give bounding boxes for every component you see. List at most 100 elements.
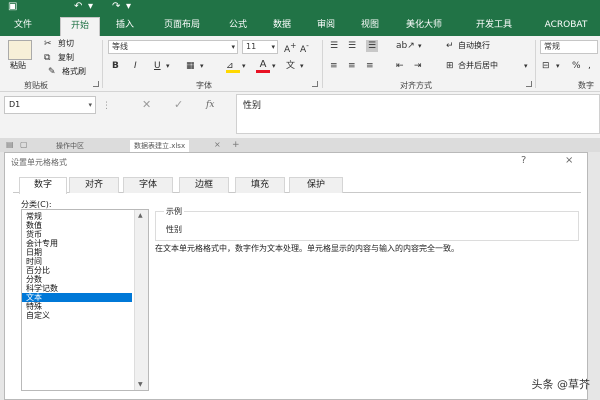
borders-icon[interactable]: ▦ [186,60,195,72]
close-button[interactable]: × [565,155,573,166]
redo-icon[interactable]: ↷ [112,1,120,13]
formula-input[interactable]: 性别 [236,94,600,134]
scroll-down-icon[interactable]: ▼ [138,381,143,388]
category-list[interactable]: 常规 数值 货币 会计专用 日期 时间 百分比 分数 科学记数 文本 特殊 自定… [21,209,149,391]
bold-icon[interactable]: B [112,60,119,72]
insert-function-icon[interactable]: fx [206,99,214,111]
category-item[interactable]: 特殊 [22,302,132,311]
ribbon-separator [535,40,536,88]
tab-page-layout[interactable]: 页面布局 [150,17,214,36]
tab-border[interactable]: 边框 [179,177,229,193]
merge-dropdown-icon[interactable]: ▾ [524,60,528,72]
tab-number[interactable]: 数字 [19,177,67,194]
tab-protection[interactable]: 保护 [289,177,343,193]
tab-formulas[interactable]: 公式 [222,17,254,36]
tab-data[interactable]: 数据 [266,17,298,36]
font-name-dropdown[interactable]: 等线 ▾ [108,40,238,54]
scroll-up-icon[interactable]: ▲ [138,212,143,219]
alignment-launcher-icon[interactable] [526,81,532,87]
decrease-font-size-icon[interactable]: A- [300,40,309,56]
percent-icon[interactable]: % [572,60,581,72]
number-group-label: 数字 [578,81,594,90]
undo-dropdown-icon[interactable]: ▾ [88,1,93,13]
folder-icon[interactable]: ▤ [6,139,14,151]
category-item[interactable]: 日期 [22,248,132,257]
tab-file[interactable]: 文件 [8,17,38,36]
category-item[interactable]: 货币 [22,230,132,239]
align-bottom-icon[interactable]: ☰ [366,40,379,52]
tab-insert[interactable]: 插入 [110,17,140,36]
phonetic-dropdown-icon[interactable]: ▾ [300,60,304,72]
category-item[interactable]: 科学记数 [22,284,132,293]
align-middle-icon[interactable]: ☰ [348,40,356,52]
cancel-entry-icon[interactable]: ✕ [142,99,151,111]
category-item[interactable]: 会计专用 [22,239,132,248]
drag-handle-icon[interactable]: ⋮ [102,100,111,112]
wrap-text-button[interactable]: 自动换行 [458,40,490,52]
redo-dropdown-icon[interactable]: ▾ [126,1,131,13]
accounting-format-icon[interactable]: ⊟ [542,60,550,72]
underline-dropdown-icon[interactable]: ▾ [166,60,170,72]
accounting-dropdown-icon[interactable]: ▾ [556,60,560,72]
comma-style-icon[interactable]: , [588,60,591,72]
title-bar: ▣ ↶ ▾ ↷ ▾ [0,0,600,14]
category-item[interactable]: 常规 [22,212,132,221]
align-left-icon[interactable]: ≡ [330,60,338,72]
increase-font-size-icon[interactable]: A+ [284,40,296,56]
font-size-dropdown[interactable]: 11 ▾ [242,40,278,54]
increase-indent-icon[interactable]: ⇥ [414,60,422,72]
fill-color-dropdown-icon[interactable]: ▾ [242,60,246,72]
tab-beautify-master[interactable]: 美化大师 [396,17,452,36]
category-scrollbar[interactable]: ▲ ▼ [134,210,148,390]
undo-icon[interactable]: ↶ [74,1,82,13]
underline-icon[interactable]: U [154,60,161,72]
align-center-icon[interactable]: ≡ [348,60,356,72]
tab-view[interactable]: 视图 [354,17,386,36]
borders-dropdown-icon[interactable]: ▾ [200,60,204,72]
close-icon[interactable]: × [214,139,221,151]
category-item[interactable]: 时间 [22,257,132,266]
confirm-entry-icon[interactable]: ✓ [174,99,183,111]
category-item[interactable]: 分数 [22,275,132,284]
align-right-icon[interactable]: ≡ [366,60,374,72]
ribbon-separator [102,40,103,88]
tab-fill[interactable]: 填充 [235,177,285,193]
category-item[interactable]: 数值 [22,221,132,230]
orientation-icon[interactable]: ab↗ [396,40,415,52]
category-item[interactable]: 自定义 [22,311,132,320]
category-item-selected[interactable]: 文本 [22,293,132,302]
format-painter-button[interactable]: 格式刷 [62,66,86,78]
decrease-indent-icon[interactable]: ⇤ [396,60,404,72]
workbook-tab[interactable]: 操作中区 [52,140,88,152]
fill-color-icon[interactable]: ⊿ [226,62,240,74]
workbook-tab-active[interactable]: 数据表建立.xlsx [130,140,190,152]
tab-developer[interactable]: 开发工具 [466,17,522,36]
font-launcher-icon[interactable] [312,81,318,87]
tab-home[interactable]: 开始 [60,17,100,36]
font-color-icon[interactable]: A [256,60,270,74]
merge-center-button[interactable]: 合并后居中 [458,60,498,72]
new-file-icon[interactable]: ▢ [20,139,28,151]
add-tab-icon[interactable]: + [232,139,240,151]
help-button[interactable]: ? [521,155,526,166]
phonetic-guide-icon[interactable]: 文 [286,60,295,72]
workbook-tab-strip: ▤ ▢ 操作中区 数据表建立.xlsx × + [0,138,600,152]
name-box[interactable]: D1 ▾ [4,96,96,114]
tab-alignment[interactable]: 对齐 [69,177,119,193]
clipboard-paste-icon[interactable] [8,40,32,60]
tab-review[interactable]: 审阅 [310,17,342,36]
sample-box: 示例 性别 [155,206,579,241]
tab-font[interactable]: 字体 [123,177,173,193]
category-item[interactable]: 百分比 [22,266,132,275]
save-icon[interactable]: ▣ [8,1,17,13]
orientation-dropdown-icon[interactable]: ▾ [418,40,422,52]
number-format-dropdown[interactable]: 常规 [540,40,598,54]
copy-button[interactable]: 复制 [58,52,74,64]
italic-icon[interactable]: I [134,60,137,72]
font-color-dropdown-icon[interactable]: ▾ [272,60,276,72]
tab-acrobat[interactable]: ACROBAT [536,17,596,36]
clipboard-launcher-icon[interactable] [93,81,99,87]
paste-button[interactable]: 粘贴 [10,60,26,71]
cut-button[interactable]: 剪切 [58,38,74,50]
align-top-icon[interactable]: ☰ [330,40,338,52]
